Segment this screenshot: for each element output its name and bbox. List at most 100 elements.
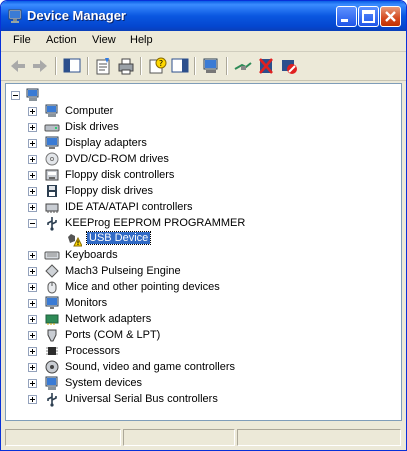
expand-toggle[interactable] [28, 347, 37, 356]
expand-toggle[interactable] [28, 107, 37, 116]
expand-toggle[interactable] [28, 187, 37, 196]
computer-root-icon [26, 88, 39, 101]
tree-category-item[interactable]: Floppy disk controllers [28, 167, 378, 183]
usb-icon [47, 217, 57, 231]
computer-icon [45, 104, 58, 117]
expand-toggle[interactable] [28, 395, 37, 404]
help-icon[interactable]: ? [146, 55, 168, 77]
maximize-button[interactable] [358, 6, 379, 27]
keyboard-icon [44, 251, 60, 260]
device-manager-icon [8, 9, 22, 23]
tree-item-label: Keyboards [65, 249, 118, 261]
ide-controller-icon [45, 203, 59, 213]
maximize-icon [362, 10, 375, 23]
network-adapter-icon [45, 314, 59, 325]
menu-action[interactable]: Action [46, 34, 77, 46]
tree-root[interactable] [11, 87, 391, 103]
tree-item-label: Sound, video and game controllers [65, 361, 235, 373]
tree-item-label: Ports (COM & LPT) [65, 329, 161, 341]
menu-help[interactable]: Help [130, 34, 153, 46]
menu-file[interactable]: File [13, 34, 31, 46]
expand-toggle[interactable] [28, 155, 37, 164]
action-pane-icon[interactable] [169, 55, 191, 77]
status-pane-3 [237, 429, 401, 446]
tree-category-item[interactable]: Disk drives [28, 119, 378, 135]
expand-toggle[interactable] [28, 283, 37, 292]
show-hide-console-tree-icon[interactable] [61, 55, 83, 77]
tree-category-item[interactable]: IDE ATA/ATAPI controllers [28, 199, 378, 215]
device-tree-pane[interactable]: Computer Disk drives Display adapters DVD/C… [5, 83, 402, 421]
device-manager-window: Device Manager File Action View Help ? C… [0, 0, 407, 451]
tree-category-item[interactable]: Sound, video and game controllers [28, 359, 378, 375]
processor-icon [46, 347, 58, 355]
tree-item-label: Network adapters [65, 313, 152, 325]
tree-device-item[interactable]: USB Device [46, 231, 396, 247]
tree-item-label: Monitors [65, 297, 108, 309]
expand-toggle[interactable] [28, 315, 37, 324]
status-pane-1 [5, 429, 121, 446]
system-device-icon [45, 376, 58, 390]
forward-arrow-icon[interactable] [29, 55, 51, 77]
scan-hardware-icon[interactable] [200, 55, 222, 77]
tree-category-item[interactable]: Keyboards [28, 247, 378, 263]
update-driver-icon[interactable] [232, 55, 254, 77]
tree-category-item[interactable]: Universal Serial Bus controllers [28, 391, 378, 407]
tree-item-label: Display adapters [65, 137, 147, 149]
minimize-button[interactable] [336, 6, 357, 27]
tree-item-label: Computer [65, 105, 114, 117]
display-adapter-icon [45, 136, 59, 149]
expand-toggle[interactable] [28, 171, 37, 180]
tree-category-item[interactable]: KEEProg EEPROM PROGRAMMER [28, 215, 378, 231]
tree-category-item[interactable]: Monitors [28, 295, 378, 311]
tree-category-item[interactable]: Mice and other pointing devices [28, 279, 378, 295]
disable-device-icon[interactable] [278, 55, 300, 77]
tree-item-label: KEEProg EEPROM PROGRAMMER [65, 217, 246, 229]
expand-toggle[interactable] [28, 379, 37, 388]
tree-category-item[interactable]: System devices [28, 375, 378, 391]
tree-category-item[interactable]: Network adapters [28, 311, 378, 327]
tree-item-label: Universal Serial Bus controllers [65, 393, 218, 405]
print-icon[interactable] [115, 55, 137, 77]
tree-item-label: Mice and other pointing devices [65, 281, 220, 293]
tree-category-item[interactable]: Processors [28, 343, 378, 359]
tree-category-item[interactable]: Mach3 Pulseing Engine [28, 263, 378, 279]
mouse-icon [47, 281, 57, 294]
expand-toggle[interactable] [28, 139, 37, 148]
tree-category-item[interactable]: DVD/CD-ROM drives [28, 151, 378, 167]
close-button[interactable] [380, 6, 401, 27]
tree-category-item[interactable]: Floppy disk drives [28, 183, 378, 199]
floppy-controller-icon [45, 169, 59, 181]
port-icon [47, 329, 57, 342]
status-pane-2 [123, 429, 235, 446]
expand-toggle[interactable] [28, 203, 37, 212]
expand-toggle[interactable] [28, 331, 37, 340]
uninstall-icon[interactable] [255, 55, 277, 77]
tree-item-label: IDE ATA/ATAPI controllers [65, 201, 193, 213]
tree-item-label: DVD/CD-ROM drives [65, 153, 169, 165]
collapse-toggle[interactable] [28, 219, 37, 228]
tree-category-item[interactable]: Display adapters [28, 135, 378, 151]
expand-toggle[interactable] [28, 299, 37, 308]
title-bar[interactable]: Device Manager [1, 1, 406, 31]
expand-toggle[interactable] [28, 123, 37, 132]
expand-toggle[interactable] [28, 251, 37, 260]
warning-device-icon [68, 234, 82, 247]
expand-toggle[interactable] [28, 267, 37, 276]
tree-category-item[interactable]: Computer [28, 103, 378, 119]
expand-toggle[interactable] [28, 363, 37, 372]
usb-controller-icon [47, 393, 57, 407]
root-collapse-toggle[interactable] [11, 91, 20, 100]
tree-item-label: Processors [65, 345, 121, 357]
back-arrow-icon[interactable] [7, 55, 29, 77]
svg-text:?: ? [159, 59, 163, 68]
window-title: Device Manager [27, 8, 126, 23]
menu-view[interactable]: View [92, 34, 116, 46]
menu-bar: File Action View Help [1, 31, 406, 52]
tree-item-label: USB Device [85, 231, 152, 245]
minimize-icon [341, 19, 348, 22]
tree-item-label: Floppy disk controllers [65, 169, 175, 181]
properties-icon[interactable] [92, 55, 114, 77]
status-bar [3, 427, 404, 448]
engine-icon [45, 264, 59, 278]
tree-category-item[interactable]: Ports (COM & LPT) [28, 327, 378, 343]
